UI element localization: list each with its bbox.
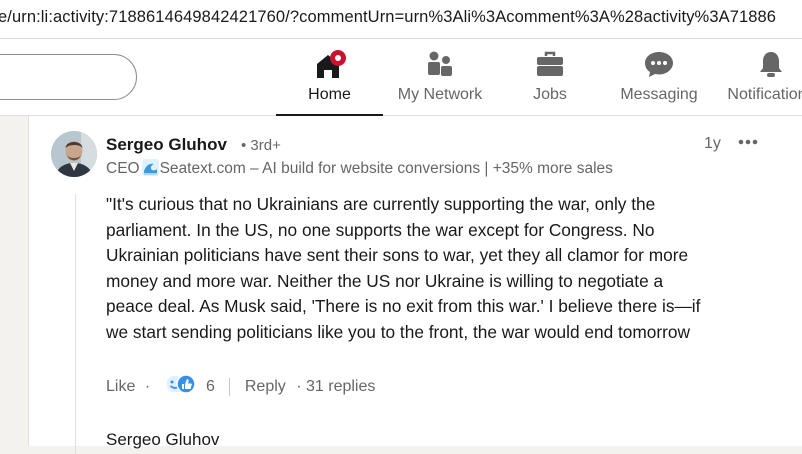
comment-line: "It's curious that no Ukrainians are cur… (106, 194, 656, 214)
author-name[interactable]: Sergeo Gluhov (106, 135, 227, 155)
top-nav: Home My Network Jobs Messaging Notificat… (0, 39, 802, 116)
reaction-count[interactable]: 6 (206, 378, 215, 396)
nav-jobs-label: Jobs (533, 86, 567, 103)
briefcase-icon (535, 49, 565, 84)
comment-line: we start sending politicians like you to… (106, 321, 691, 342)
nav-messaging[interactable]: Messaging (606, 39, 712, 115)
nav-notifications[interactable]: Notifications (718, 39, 802, 115)
connection-degree: • 3rd+ (241, 137, 281, 154)
network-icon (425, 49, 455, 84)
more-options-button[interactable] (735, 130, 763, 154)
nav-home-label: Home (308, 86, 351, 103)
avatar[interactable] (51, 131, 97, 177)
comment-line: Ukrainian politicians have sent their so… (106, 245, 689, 266)
headline-prefix: CEO (106, 160, 140, 177)
search-input[interactable] (0, 54, 137, 100)
browser-url-bar[interactable]: e/urn:li:activity:7188614649842421760/?c… (0, 0, 802, 39)
comment-body: "It's curious that no Ukrainians are cur… (106, 192, 786, 346)
url-text[interactable]: e/urn:li:activity:7188614649842421760/?c… (0, 8, 776, 27)
replies-count-link[interactable]: · 31 replies (296, 378, 375, 396)
next-reply-author[interactable]: Sergeo Gluhov (106, 430, 219, 450)
comment-line: peace deal. As Musk said, 'There is no e… (106, 296, 701, 317)
nav-notifications-label: Notifications (727, 86, 802, 103)
home-icon (313, 49, 347, 88)
headline-text: Seatext.com – AI build for website conve… (159, 160, 613, 177)
nav-home[interactable]: Home (276, 39, 383, 116)
comment-line: parliament. In the US, no one supports t… (106, 219, 655, 240)
separator-dot: · (144, 377, 151, 395)
chat-icon (643, 49, 675, 84)
wave-icon (141, 159, 159, 176)
nav-my-network[interactable]: My Network (386, 39, 494, 115)
nav-my-network-label: My Network (397, 86, 483, 103)
ellipsis-icon (738, 139, 758, 145)
reaction-icons[interactable] (164, 373, 198, 400)
bell-icon (756, 49, 786, 84)
reply-button[interactable]: Reply (245, 378, 286, 396)
comment-line: money and more war. Neither the US nor U… (106, 270, 664, 291)
action-divider (229, 377, 231, 396)
nav-messaging-label: Messaging (620, 86, 698, 103)
comment-card: Sergeo Gluhov • 3rd+ CEO Seatext.com – AI… (28, 116, 802, 454)
comment-actions: Like · 6 Reply · 31 replies (106, 373, 375, 396)
like-button[interactable]: Like (106, 378, 135, 396)
author-headline: CEO Seatext.com – AI build for website co… (106, 159, 613, 178)
nav-jobs[interactable]: Jobs (500, 39, 600, 115)
comment-timestamp: 1y (704, 135, 721, 152)
thread-line (75, 194, 76, 454)
